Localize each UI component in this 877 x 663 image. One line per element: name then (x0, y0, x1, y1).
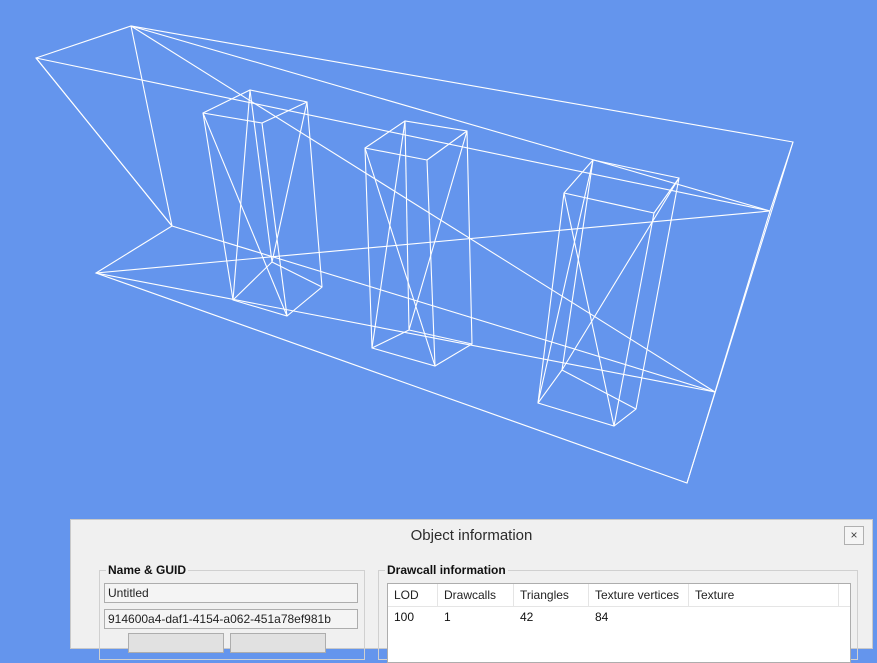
drawcall-list[interactable]: LOD Drawcalls Triangles Texture vertices… (387, 583, 851, 663)
cell-lod: 100 (394, 610, 415, 624)
name-action-button-1[interactable] (128, 633, 224, 653)
col-header-texture[interactable]: Texture (689, 584, 839, 606)
wireframe-mesh (35, 25, 794, 484)
close-button[interactable]: × (844, 526, 864, 545)
list-header: LOD Drawcalls Triangles Texture vertices… (388, 584, 850, 607)
table-row[interactable]: 100 1 42 84 (388, 607, 850, 627)
cell-triangles: 42 (520, 610, 534, 624)
cell-texture-vertices: 84 (595, 610, 609, 624)
guid-field[interactable]: 914600a4-daf1-4154-a062-451a78ef981b (104, 609, 358, 629)
col-header-lod[interactable]: LOD (388, 584, 438, 606)
cell-drawcalls: 1 (444, 610, 451, 624)
name-field[interactable]: Untitled (104, 583, 358, 603)
drawcall-group: Drawcall information LOD Drawcalls Trian… (378, 563, 858, 663)
col-header-texture-vertices[interactable]: Texture vertices (589, 584, 689, 606)
object-information-dialog: Object information × Name & GUID Untitle… (70, 519, 873, 663)
cell-texture (689, 607, 839, 627)
name-guid-label: Name & GUID (106, 563, 189, 577)
col-header-triangles[interactable]: Triangles (514, 584, 589, 606)
drawcall-label: Drawcall information (385, 563, 508, 577)
col-header-drawcalls[interactable]: Drawcalls (438, 584, 514, 606)
dialog-title: Object information (410, 527, 533, 544)
name-guid-group: Name & GUID Untitled 914600a4-daf1-4154-… (99, 563, 365, 660)
name-action-button-2[interactable] (230, 633, 326, 653)
slab-outline (35, 25, 794, 484)
